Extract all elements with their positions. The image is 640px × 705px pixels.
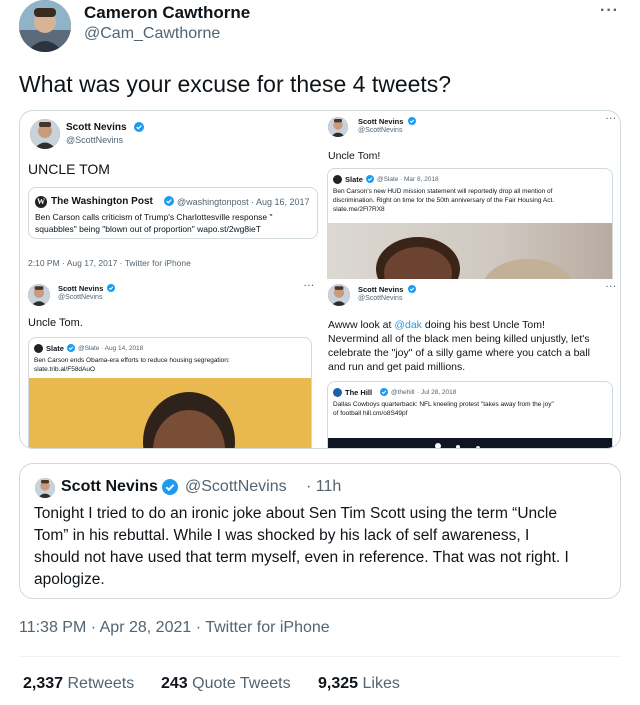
retweets-count: 2,337 bbox=[23, 675, 64, 692]
quoted-tweet-card[interactable]: Scott Nevins @ScottNevins · 11h Tonight … bbox=[19, 463, 621, 599]
quoted-text-line3: should not have used that term myself, e… bbox=[34, 549, 569, 566]
author-avatar[interactable] bbox=[19, 0, 71, 52]
verified-icon bbox=[408, 285, 416, 293]
quote-card: The Hill @thehill · Jul 28, 2018 Dallas … bbox=[327, 381, 613, 448]
quoted-timestamp: · 11h bbox=[306, 478, 342, 495]
quote-link: slate.trib.al/F58dAuO bbox=[34, 366, 96, 373]
mention-link: @dak bbox=[394, 319, 422, 331]
verified-icon bbox=[164, 196, 174, 206]
quoted-author-handle: @ScottNevins bbox=[185, 478, 287, 495]
quote-source: The Washington Post bbox=[51, 196, 153, 207]
quote-date: · Mar 8, 2018 bbox=[400, 176, 439, 183]
slate-logo-icon bbox=[34, 344, 43, 353]
verified-icon bbox=[162, 479, 178, 495]
quote-card: Slate @Slate · Aug 14, 2018 Ben Carson e… bbox=[28, 337, 312, 448]
quote-date: · Aug 14, 2018 bbox=[101, 345, 144, 352]
quoted-author-name: Scott Nevins bbox=[61, 478, 158, 495]
quote-source: Slate bbox=[345, 175, 363, 184]
likes-stat[interactable]: 9,325 Likes bbox=[318, 675, 400, 693]
quote-image bbox=[328, 438, 612, 448]
screenshot-bottom-right[interactable]: Scott Nevins @ScottNevins ··· Awww look … bbox=[322, 281, 620, 448]
author-handle: @ScottNevins bbox=[58, 294, 103, 301]
quote-text: Dallas Cowboys quarterback: NFL kneeling… bbox=[333, 401, 554, 408]
tweet-timestamp[interactable]: 11:38 PM · Apr 28, 2021 · Twitter for iP… bbox=[19, 619, 330, 637]
quoted-text-line2: Tom” in his rebuttal. While I was shocke… bbox=[34, 527, 530, 544]
author-name: Scott Nevins bbox=[358, 117, 404, 126]
quote-text: Ben Carson's new HUD mission statement w… bbox=[333, 188, 553, 195]
tweet-image-collage[interactable]: Scott Nevins @ScottNevins UNCLE TOM W Th… bbox=[19, 110, 621, 449]
retweets-label: Retweets bbox=[67, 675, 135, 692]
tweet-text-line4: and run and get paid millions. bbox=[328, 361, 466, 373]
tweet-meta: 2:10 PM · Aug 17, 2017 · Twitter for iPh… bbox=[28, 258, 191, 268]
verified-icon bbox=[107, 284, 115, 292]
quote-text-line2: discrimination. Right on time for the 50… bbox=[333, 197, 555, 204]
more-options-button[interactable]: ··· bbox=[600, 2, 619, 20]
likes-label: Likes bbox=[362, 675, 400, 692]
quote-handle: @washingtonpost bbox=[177, 197, 249, 207]
quoted-text-line1: Tonight I tried to do an ironic joke abo… bbox=[34, 505, 557, 522]
author-name: Scott Nevins bbox=[358, 285, 404, 294]
quote-handle: @Slate bbox=[377, 176, 399, 183]
quote-handle: @Slate bbox=[78, 345, 100, 352]
quote-text: Ben Carson calls criticism of Trump's Ch… bbox=[35, 212, 273, 222]
tweet-text-line3: celebrate the "joy" of a silly game wher… bbox=[328, 347, 590, 359]
verified-icon bbox=[408, 117, 416, 125]
more-options-icon: ··· bbox=[606, 282, 617, 291]
author-handle: @ScottNevins bbox=[66, 135, 124, 145]
author-handle: @ScottNevins bbox=[358, 295, 403, 302]
slate-logo-icon bbox=[333, 175, 342, 184]
verified-icon bbox=[67, 344, 75, 352]
likes-count: 9,325 bbox=[318, 675, 359, 692]
tweet-text: What was your excuse for these 4 tweets? bbox=[19, 71, 452, 97]
avatar bbox=[328, 284, 350, 306]
quote-text: Ben Carson ends Obama-era efforts to red… bbox=[34, 357, 230, 364]
author-handle: @ScottNevins bbox=[358, 127, 403, 134]
avatar bbox=[30, 119, 60, 149]
quote-link: of football hill.cm/o8S49pf bbox=[333, 410, 408, 417]
author-name[interactable]: Cameron Cawthorne bbox=[84, 3, 250, 23]
screenshot-top-right[interactable]: Scott Nevins @ScottNevins ··· Uncle Tom!… bbox=[322, 111, 620, 279]
quote-tweets-label: Quote Tweets bbox=[192, 675, 291, 692]
the-hill-logo-icon bbox=[333, 388, 342, 397]
quote-image bbox=[328, 223, 612, 279]
tweet-text: Awww look at @dak doing his best Uncle T… bbox=[328, 319, 545, 331]
tweet-text: Uncle Tom! bbox=[328, 150, 381, 162]
divider bbox=[19, 656, 621, 657]
retweets-stat[interactable]: 2,337 Retweets bbox=[23, 675, 134, 693]
avatar bbox=[28, 284, 50, 306]
screenshot-top-left[interactable]: Scott Nevins @ScottNevins UNCLE TOM W Th… bbox=[20, 111, 320, 277]
quote-card: W The Washington Post @washingtonpost · … bbox=[28, 187, 318, 239]
verified-icon bbox=[134, 122, 144, 132]
quote-tweets-count: 243 bbox=[161, 675, 188, 692]
more-options-icon: ··· bbox=[606, 114, 617, 123]
quoted-text-line4: apologize. bbox=[34, 571, 105, 588]
tweet-text: UNCLE TOM bbox=[28, 161, 110, 177]
quote-tweets-stat[interactable]: 243 Quote Tweets bbox=[161, 675, 291, 693]
quote-card: Slate @Slate · Mar 8, 2018 Ben Carson's … bbox=[327, 168, 613, 279]
more-options-icon: ··· bbox=[304, 281, 315, 290]
quote-handle: @thehill bbox=[391, 389, 415, 396]
quote-link: slate.me/2Fl7RX8 bbox=[333, 206, 385, 213]
tweet-text-line2: Nevermind all of the black men being kil… bbox=[328, 333, 590, 345]
quoted-author-avatar bbox=[35, 478, 55, 498]
quote-source: The Hill bbox=[345, 388, 373, 397]
quote-image bbox=[29, 378, 311, 448]
author-name: Scott Nevins bbox=[66, 122, 127, 133]
author-handle[interactable]: @Cam_Cawthorne bbox=[84, 25, 220, 43]
quote-text-line2: squabbles" being "blown out of proportio… bbox=[35, 224, 261, 234]
tweet-text-start: Awww look at bbox=[328, 319, 395, 331]
tweet-text-end: doing his best Uncle Tom! bbox=[421, 319, 545, 331]
author-name: Scott Nevins bbox=[58, 284, 104, 293]
quote-date: · Jul 28, 2018 bbox=[417, 389, 457, 396]
verified-icon bbox=[380, 388, 388, 396]
verified-icon bbox=[366, 175, 374, 183]
screenshot-bottom-left[interactable]: Scott Nevins @ScottNevins ··· Uncle Tom.… bbox=[20, 281, 320, 448]
quote-date: · Aug 16, 2017 bbox=[251, 197, 310, 207]
avatar bbox=[328, 117, 348, 137]
quote-source: Slate bbox=[46, 344, 64, 353]
washington-post-logo-icon: W bbox=[35, 196, 47, 208]
tweet-text: Uncle Tom. bbox=[28, 317, 83, 329]
